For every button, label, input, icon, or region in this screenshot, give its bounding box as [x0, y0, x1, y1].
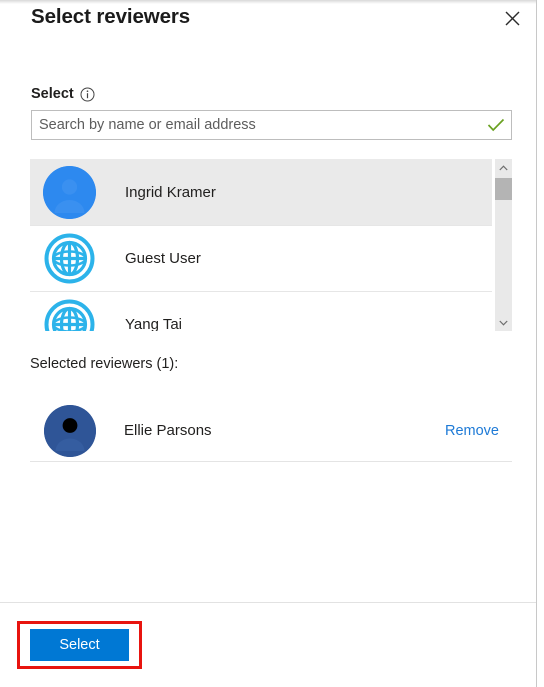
checkmark-icon [481, 118, 511, 132]
select-button[interactable]: Select [30, 629, 129, 661]
list-item-label: Ingrid Kramer [125, 183, 216, 201]
list-item[interactable]: Yang Tai [30, 291, 492, 331]
avatar [44, 404, 96, 457]
selected-reviewer-name: Ellie Parsons [124, 422, 212, 439]
info-icon[interactable] [80, 87, 95, 102]
select-reviewers-dialog: Select reviewers Select Search by name o… [0, 0, 537, 687]
page-title: Select reviewers [31, 5, 191, 28]
chevron-down-icon[interactable] [495, 314, 512, 331]
selected-reviewer-row: Ellie Parsons Remove [30, 400, 512, 462]
globe-icon [43, 232, 96, 285]
selected-reviewers-heading: Selected reviewers (1): [30, 356, 179, 372]
list-item-label: Guest User [125, 250, 201, 267]
list-item[interactable]: Guest User [30, 225, 492, 291]
reviewer-results-list: Ingrid Kramer Guest User Yang Tai [30, 159, 492, 331]
close-button[interactable] [494, 2, 530, 34]
list-item[interactable]: Ingrid Kramer [30, 159, 492, 225]
scrollbar-thumb[interactable] [495, 178, 512, 200]
select-field-label-row: Select [31, 86, 95, 102]
remove-button[interactable]: Remove [445, 423, 499, 439]
list-item-label: Yang Tai [125, 316, 182, 331]
dialog-header: Select reviewers [0, 0, 536, 46]
select-field-label: Select [31, 86, 74, 102]
chevron-up-icon[interactable] [495, 159, 512, 176]
search-input[interactable] [32, 112, 481, 138]
footer-divider [0, 602, 536, 603]
scrollbar[interactable] [495, 159, 512, 331]
results-region: Ingrid Kramer Guest User Yang Tai [30, 159, 512, 331]
globe-icon [43, 298, 96, 331]
close-icon [504, 10, 521, 27]
search-box[interactable] [31, 110, 512, 140]
avatar [43, 165, 96, 219]
selected-reviewers-list: Ellie Parsons Remove [30, 400, 512, 462]
